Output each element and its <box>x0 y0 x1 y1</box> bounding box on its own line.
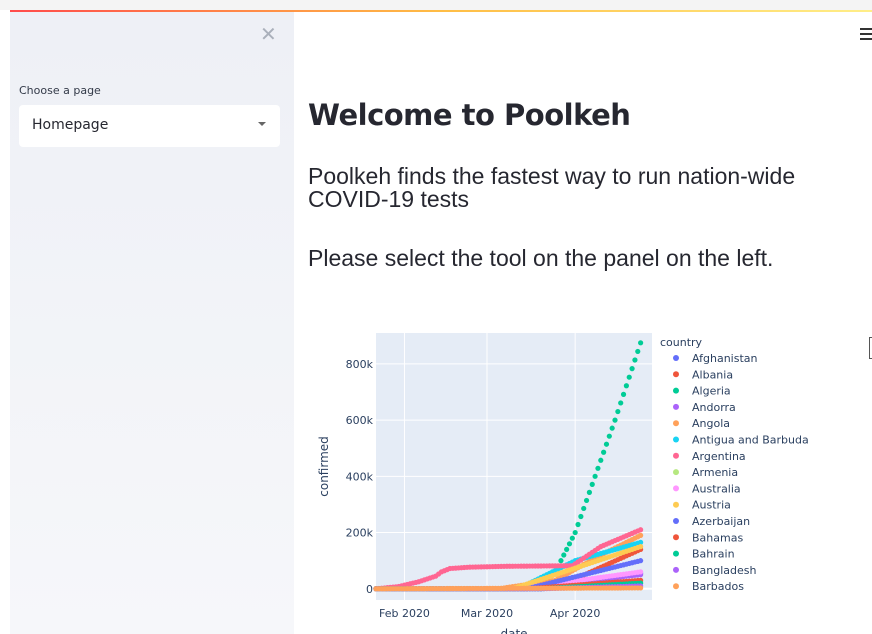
data-point <box>589 481 595 487</box>
data-point <box>581 505 587 512</box>
data-point <box>586 489 593 495</box>
legend-item: Australia <box>692 482 741 495</box>
x-tick-label: Mar 2020 <box>461 607 513 620</box>
legend-item: Albania <box>692 368 733 381</box>
legend-marker <box>673 518 679 524</box>
top-bar <box>0 0 872 12</box>
data-point <box>609 425 615 431</box>
data-point <box>626 374 632 380</box>
data-point <box>623 383 629 389</box>
instruction-text: Please select the tool on the panel on t… <box>308 245 774 271</box>
page-select[interactable]: Homepage <box>19 105 280 147</box>
hamburger-menu-icon[interactable] <box>860 28 872 40</box>
legend-marker <box>673 452 679 459</box>
data-point <box>638 340 644 346</box>
data-point <box>620 391 627 397</box>
data-point <box>598 457 604 463</box>
data-point <box>564 546 570 553</box>
legend-marker <box>673 387 679 394</box>
confirmed-cases-chart[interactable]: 0 200k 400k 600k 800k Feb 2020 Mar 2020 Apr 202… <box>300 325 860 634</box>
legend-marker <box>673 501 679 508</box>
page-select-label: Choose a page <box>19 84 101 97</box>
y-tick-label: 200k <box>346 527 374 540</box>
plot-area <box>376 333 652 600</box>
page-select-value: Homepage <box>32 117 109 133</box>
legend-marker <box>673 355 679 361</box>
series-barbados <box>373 585 644 592</box>
close-icon[interactable]: ✕ <box>260 24 277 44</box>
data-point <box>638 558 644 564</box>
legend-item: Argentina <box>692 450 746 463</box>
data-point <box>583 497 590 504</box>
data-point <box>629 366 635 372</box>
legend-marker <box>673 371 679 378</box>
legend-item: Bahamas <box>692 531 743 544</box>
data-point <box>638 569 644 575</box>
lead-text: Poolkeh finds the fastest way to run nat… <box>308 163 796 212</box>
data-point <box>632 357 638 363</box>
data-point <box>615 408 621 415</box>
data-point <box>601 449 607 455</box>
chevron-down-icon <box>258 122 266 126</box>
data-point <box>612 417 618 423</box>
page-title: Welcome to Poolkeh <box>308 98 631 132</box>
data-point <box>635 348 641 355</box>
data-point <box>595 465 601 471</box>
y-tick-label: 400k <box>346 470 374 483</box>
y-tick-label: 800k <box>346 358 374 371</box>
legend-item: Azerbaijan <box>692 515 750 528</box>
sidebar: ✕ Choose a page Homepage <box>10 12 294 634</box>
legend-marker <box>673 550 679 557</box>
legend-item: Bangladesh <box>692 564 757 577</box>
legend-marker <box>673 485 679 492</box>
legend-item: Andorra <box>692 401 736 414</box>
data-point <box>618 400 624 406</box>
data-point <box>558 558 564 564</box>
legend-marker <box>673 420 679 427</box>
legend-item: Afghanistan <box>692 352 758 365</box>
data-point <box>603 441 610 447</box>
data-point <box>572 529 578 536</box>
legend-title: country <box>660 336 703 349</box>
data-point <box>578 513 584 520</box>
legend-item: Austria <box>692 499 731 512</box>
data-point <box>575 521 581 528</box>
legend-marker <box>673 534 679 541</box>
data-point <box>638 544 644 550</box>
data-point <box>606 433 612 439</box>
legend-item: Antigua and Barbuda <box>692 434 809 447</box>
legend-item: Angola <box>692 417 730 430</box>
data-point <box>566 541 573 547</box>
legend-marker <box>673 566 679 573</box>
data-point <box>638 585 644 591</box>
legend-item: Armenia <box>692 466 738 479</box>
data-point <box>561 552 567 558</box>
y-tick-label: 0 <box>366 583 373 596</box>
legend-marker <box>673 583 679 590</box>
data-point <box>569 535 575 541</box>
legend-marker <box>673 436 679 443</box>
y-axis-label: confirmed <box>317 436 331 497</box>
x-tick-label: Apr 2020 <box>550 607 601 620</box>
data-point <box>592 473 598 479</box>
x-axis-label: date <box>500 627 527 634</box>
y-tick-label: 600k <box>346 414 374 427</box>
data-point <box>638 527 644 533</box>
data-point <box>638 532 644 538</box>
legend-item: Bahrain <box>692 548 735 561</box>
x-tick-label: Feb 2020 <box>379 607 430 620</box>
legend-marker <box>673 403 679 410</box>
legend-marker <box>673 469 679 476</box>
legend-item: Algeria <box>692 385 731 398</box>
legend-item: Barbados <box>692 580 744 593</box>
